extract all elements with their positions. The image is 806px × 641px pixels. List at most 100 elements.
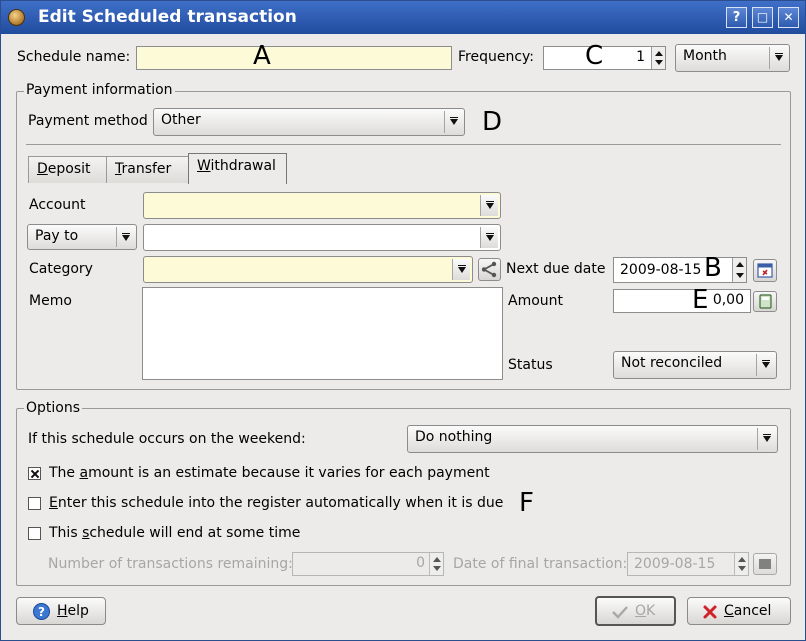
frequency-count-value: 1 bbox=[636, 49, 645, 65]
checkmark-icon bbox=[612, 606, 628, 619]
remaining-transactions-label: Number of transactions remaining: bbox=[48, 556, 293, 572]
schedule-end-checkbox-label[interactable]: This schedule will end at some time bbox=[49, 525, 300, 541]
options-title: Options bbox=[24, 400, 83, 416]
dropdown-arrow-icon bbox=[480, 227, 498, 248]
dropdown-arrow-icon bbox=[757, 428, 775, 450]
calendar-icon bbox=[757, 263, 773, 278]
annotation-marker-a: A bbox=[253, 41, 271, 71]
amount-input[interactable]: 0,00 bbox=[613, 289, 751, 313]
next-due-date-label: Next due date bbox=[506, 261, 606, 277]
calendar-button[interactable] bbox=[753, 259, 777, 282]
maximize-button[interactable]: □ bbox=[752, 7, 773, 28]
payment-information-title: Payment information bbox=[24, 82, 175, 98]
annotation-marker-f: F bbox=[519, 488, 534, 518]
tab-deposit-accel: D bbox=[37, 161, 48, 177]
payment-method-value: Other bbox=[161, 112, 201, 128]
memo-textarea[interactable] bbox=[142, 287, 503, 380]
tab-deposit-label: eposit bbox=[47, 161, 91, 177]
calculator-button[interactable] bbox=[753, 291, 777, 312]
schedule-name-input[interactable] bbox=[136, 46, 452, 70]
title-bar[interactable]: Edit Scheduled transaction ? □ ✕ bbox=[1, 1, 805, 34]
remaining-transactions-value: 0 bbox=[416, 555, 425, 571]
dropdown-arrow-icon bbox=[769, 47, 787, 69]
dropdown-arrow-icon bbox=[444, 111, 462, 133]
tab-withdrawal-accel: W bbox=[197, 158, 211, 174]
remaining-transactions-spinbox[interactable]: 0 bbox=[292, 552, 444, 576]
cancel-button[interactable]: Cancel bbox=[687, 597, 791, 625]
schedule-name-label: Schedule name: bbox=[17, 49, 131, 65]
close-window-button[interactable]: ✕ bbox=[778, 7, 799, 28]
category-combo[interactable] bbox=[143, 256, 473, 283]
final-date-input[interactable]: 2009-08-15 bbox=[627, 552, 749, 576]
spin-down-icon bbox=[736, 273, 744, 278]
frequency-unit-combo[interactable]: Month bbox=[675, 44, 790, 72]
split-icon bbox=[481, 261, 497, 278]
calculator-icon bbox=[759, 294, 772, 309]
spin-up-icon bbox=[655, 51, 663, 56]
account-combo[interactable] bbox=[143, 192, 501, 219]
weekend-option-value: Do nothing bbox=[415, 429, 493, 445]
kmymoney-app-icon[interactable] bbox=[8, 9, 25, 26]
status-value: Not reconciled bbox=[621, 355, 723, 371]
payto-type-combo[interactable]: Pay to bbox=[27, 224, 137, 250]
edit-scheduled-transaction-dialog: Edit Scheduled transaction ? □ ✕ Schedul… bbox=[0, 0, 806, 641]
schedule-end-checkbox[interactable] bbox=[28, 527, 41, 540]
estimate-checkbox-label[interactable]: The amount is an estimate because it var… bbox=[49, 465, 490, 481]
final-date-calendar-button[interactable] bbox=[753, 553, 777, 575]
tab-withdrawal[interactable]: Withdrawal bbox=[188, 153, 287, 184]
spin-down-icon bbox=[655, 60, 663, 65]
payment-separator bbox=[26, 144, 781, 145]
ok-button-label: OK bbox=[635, 603, 656, 619]
payee-combo[interactable] bbox=[143, 224, 501, 251]
estimate-checkbox[interactable] bbox=[28, 467, 41, 480]
frequency-label: Frequency: bbox=[458, 49, 535, 65]
remaining-spin-buttons[interactable] bbox=[429, 553, 443, 575]
tab-transfer-label: ransfer bbox=[121, 161, 172, 177]
auto-enter-checkbox-label[interactable]: Enter this schedule into the register au… bbox=[49, 495, 503, 511]
dropdown-arrow-icon bbox=[452, 259, 470, 280]
frequency-count-spin-buttons[interactable] bbox=[651, 47, 665, 69]
annotation-marker-c: C bbox=[585, 41, 604, 71]
spin-down-icon bbox=[433, 566, 441, 571]
amount-value: 0,00 bbox=[712, 292, 744, 308]
spin-up-icon bbox=[433, 557, 441, 562]
window-title: Edit Scheduled transaction bbox=[38, 7, 297, 27]
frequency-unit-value: Month bbox=[683, 48, 727, 64]
dropdown-arrow-icon bbox=[756, 354, 774, 376]
whats-this-help-button[interactable]: ? bbox=[726, 7, 747, 28]
status-combo[interactable]: Not reconciled bbox=[613, 351, 777, 379]
weekend-option-combo[interactable]: Do nothing bbox=[407, 425, 778, 453]
memo-label: Memo bbox=[29, 293, 72, 309]
tab-withdrawal-label: ithdrawal bbox=[210, 158, 276, 174]
auto-enter-checkbox[interactable] bbox=[28, 497, 41, 510]
final-date-value: 2009-08-15 bbox=[634, 556, 716, 572]
calendar-icon bbox=[759, 559, 771, 569]
date-spin-buttons[interactable] bbox=[732, 258, 746, 282]
spin-up-icon bbox=[738, 557, 746, 562]
spin-up-icon bbox=[736, 262, 744, 267]
tab-deposit[interactable]: Deposit bbox=[28, 156, 107, 183]
cancel-x-icon bbox=[703, 605, 717, 619]
final-date-spin-buttons[interactable] bbox=[734, 553, 748, 575]
cancel-button-label: Cancel bbox=[724, 603, 772, 619]
dropdown-arrow-icon bbox=[116, 227, 134, 247]
dropdown-arrow-icon bbox=[480, 195, 498, 216]
tab-transfer[interactable]: Transfer bbox=[106, 156, 189, 183]
svg-text:?: ? bbox=[38, 605, 45, 619]
next-due-date-value: 2009-08-15 bbox=[620, 262, 702, 278]
payment-method-combo[interactable]: Other bbox=[153, 108, 465, 136]
category-label: Category bbox=[29, 261, 93, 277]
payment-method-label: Payment method bbox=[28, 113, 148, 129]
amount-label: Amount bbox=[508, 293, 564, 309]
next-due-date-input[interactable]: 2009-08-15 bbox=[613, 257, 747, 283]
help-button[interactable]: ? Help bbox=[16, 597, 106, 625]
final-date-label: Date of final transaction: bbox=[453, 556, 628, 572]
help-icon: ? bbox=[33, 603, 50, 620]
help-button-label: Help bbox=[57, 603, 89, 619]
annotation-marker-b: B bbox=[704, 253, 722, 283]
ok-button[interactable]: OK bbox=[595, 596, 676, 626]
frequency-count-spinbox[interactable]: 1 bbox=[543, 46, 666, 70]
annotation-marker-d: D bbox=[482, 107, 503, 137]
weekend-label: If this schedule occurs on the weekend: bbox=[28, 431, 306, 447]
split-transaction-button[interactable] bbox=[478, 258, 501, 281]
